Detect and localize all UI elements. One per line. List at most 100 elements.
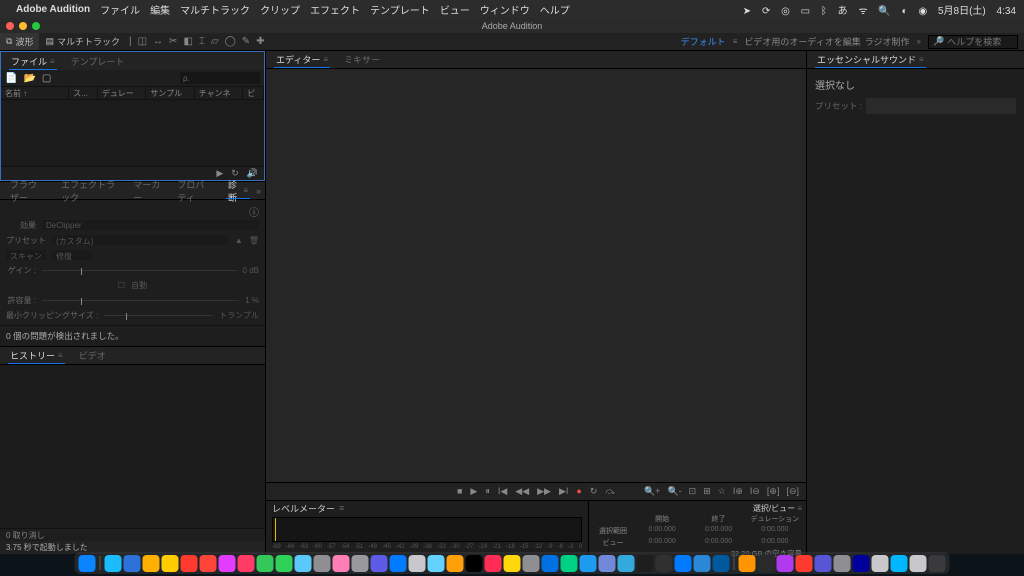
tab-browser[interactable]: ブラウザー [2,182,53,199]
dock-app-4[interactable] [162,555,179,572]
play-icon[interactable]: ▶ [216,168,223,179]
repair-button[interactable]: 修復 [52,250,92,260]
dock-app-21[interactable] [485,555,502,572]
menubar-date[interactable]: 5月8日(土) [938,6,986,17]
tab-template[interactable]: テンプレート [63,52,133,70]
macos-dock[interactable] [75,552,950,574]
zoom-out-v-icon[interactable]: I⊖ [750,486,760,497]
skip-back-button[interactable]: I◀ [498,486,507,497]
dock-app-25[interactable] [561,555,578,572]
dock-app-14[interactable] [352,555,369,572]
tool-cut-icon[interactable]: ✂ [166,36,180,47]
info-icon[interactable]: ⓘ [249,208,259,219]
menu-help[interactable]: ヘルプ [540,2,570,17]
tool-move-icon[interactable]: ↔ [150,36,166,47]
gain-slider[interactable] [42,270,237,278]
preset-save-icon[interactable]: ▲ [235,236,243,245]
tool-time-icon[interactable]: ⌶ [196,36,208,47]
cc-icon[interactable]: ◉ [918,6,927,17]
dock-app-8[interactable] [238,555,255,572]
zoom-sel-icon[interactable]: ⊞ [703,486,711,497]
dock-app-40[interactable] [853,555,870,572]
display-icon[interactable]: ◎ [781,6,790,17]
preset-del-icon[interactable]: 🗑 [249,236,259,245]
dock-app-30[interactable] [656,555,673,572]
dock-app-28[interactable] [618,555,635,572]
dock-app-2[interactable] [124,555,141,572]
menu-edit[interactable]: 編集 [150,2,170,17]
menu-effect[interactable]: エフェクト [310,2,360,17]
pause-button[interactable]: ⏸ [485,486,490,497]
workspace-radio[interactable]: ラジオ制作 [865,35,910,48]
tool-marquee-icon[interactable]: ▱ [208,36,222,47]
dock-app-27[interactable] [599,555,616,572]
tab-history[interactable]: ヒストリー≡ [2,347,71,364]
tool-lasso-icon[interactable]: ◯ [222,36,239,47]
tab-file[interactable]: ファイル≡ [3,52,63,70]
skip-sel-button[interactable]: ⤼ [605,486,615,497]
tab-diagnostics[interactable]: 診断≡ [220,182,256,199]
dock-app-31[interactable] [675,555,692,572]
zoom-reset-icon[interactable]: ☆ [718,486,726,497]
zoom-sel-out-icon[interactable]: [⊖] [786,486,799,497]
dock-app-33[interactable] [713,555,730,572]
editor-canvas[interactable] [266,69,806,482]
dock-app-5[interactable] [181,555,198,572]
sync-icon[interactable]: ⟳ [762,6,770,17]
dock-app-17[interactable] [409,555,426,572]
skip-fwd-button[interactable]: ▶I [559,486,568,497]
play-button[interactable]: ▶ [470,486,477,497]
loop-button[interactable]: ↻ [590,486,598,497]
bluetooth-icon[interactable]: ᛒ [821,6,827,17]
dock-app-43[interactable] [910,555,927,572]
spectral-icon[interactable]: ◫ [135,36,150,47]
dock-app-3[interactable] [143,555,160,572]
record-icon[interactable]: ▢ [42,73,51,84]
dock-app-34[interactable] [739,555,756,572]
zoom-sel-in-icon[interactable]: [⊕] [767,486,780,497]
screen-icon[interactable]: ▭ [801,6,810,17]
dock-app-15[interactable] [371,555,388,572]
history-list[interactable] [0,365,265,528]
dock-app-18[interactable] [428,555,445,572]
tolerance-slider[interactable] [42,300,239,308]
tab-mixer[interactable]: ミキサー [336,51,388,68]
dock-app-24[interactable] [542,555,559,572]
dock-app-11[interactable] [295,555,312,572]
tab-editor[interactable]: エディター≡ [268,51,336,68]
menu-file[interactable]: ファイル [100,2,140,17]
dock-app-23[interactable] [523,555,540,572]
dock-app-38[interactable] [815,555,832,572]
zoom-in-icon[interactable]: 🔍+ [644,486,660,497]
new-file-icon[interactable]: 📄 [5,73,17,84]
input-icon[interactable]: あ [838,6,848,17]
tool-heal-icon[interactable]: ✚ [253,36,267,47]
ess-preset-select[interactable] [866,98,1016,114]
dock-app-0[interactable] [79,555,96,572]
dock-app-1[interactable] [105,555,122,572]
dock-app-44[interactable] [929,555,946,572]
dock-app-7[interactable] [219,555,236,572]
workspace-editvideo[interactable]: ビデオ用のオーディオを編集 [744,35,860,48]
tool-brush-icon[interactable]: ✎ [239,36,253,47]
dock-app-10[interactable] [276,555,293,572]
help-search[interactable]: 🔎 ヘルプを検索 [928,35,1018,49]
multitrack-mode-button[interactable]: ▤ マルチトラック [39,33,126,50]
dock-app-12[interactable] [314,555,331,572]
dock-app-20[interactable] [466,555,483,572]
clipsize-slider[interactable] [104,315,213,323]
tabs-overflow-icon[interactable]: » [256,186,265,196]
location-icon[interactable]: ➤ [743,6,751,17]
tab-marker[interactable]: マーカー [125,182,169,199]
dock-app-32[interactable] [694,555,711,572]
tab-essential-sound[interactable]: エッセンシャルサウンド≡ [809,51,932,68]
dock-app-41[interactable] [872,555,889,572]
battery-icon[interactable]: ◐ [902,6,908,17]
workspace-more-icon[interactable]: » [914,37,924,46]
ffwd-button[interactable]: ▶▶ [537,486,551,497]
level-meter[interactable] [272,517,582,542]
dock-app-19[interactable] [447,555,464,572]
app-name[interactable]: Adobe Audition [16,4,90,15]
tool-slip-icon[interactable]: ◧ [180,36,195,47]
dock-app-39[interactable] [834,555,851,572]
